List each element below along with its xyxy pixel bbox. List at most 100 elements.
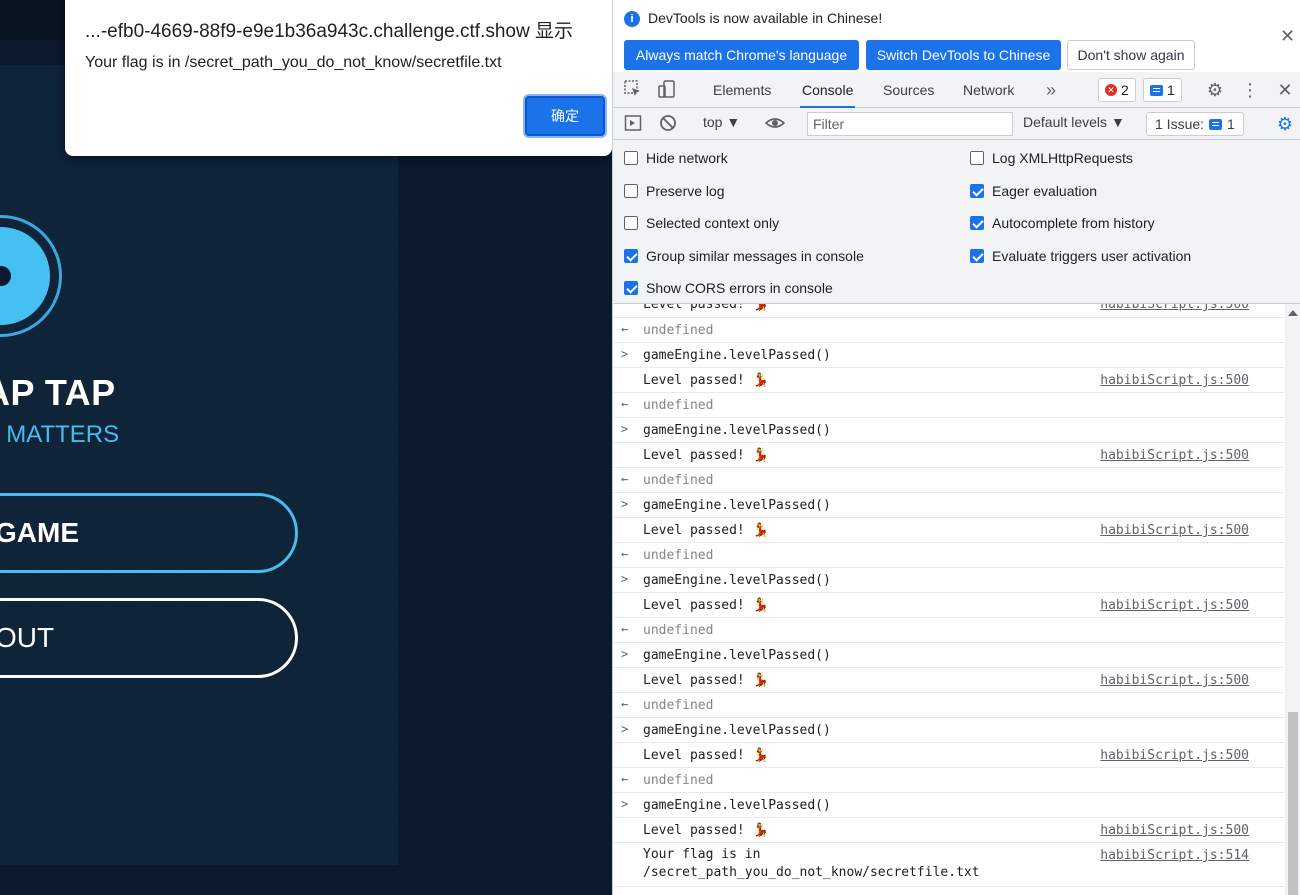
tab-network[interactable]: Network — [961, 72, 1016, 108]
about-button[interactable]: OUT — [0, 598, 298, 678]
console-result-row: ← undefined — [613, 318, 1285, 343]
close-devtools-icon[interactable]: ✕ — [1275, 80, 1295, 100]
console-command-row: > gameEngine.levelPassed() — [613, 568, 1285, 593]
error-count-badge[interactable]: ✕ 2 — [1098, 78, 1136, 102]
about-label: OUT — [0, 622, 55, 653]
cors-errors-option[interactable]: Show CORS errors in console — [624, 280, 833, 296]
console-log-row: Level passed! 💃 habibiScript.js:500 — [613, 668, 1285, 693]
switch-language-button[interactable]: Switch DevTools to Chinese — [866, 40, 1061, 70]
tab-sources[interactable]: Sources — [881, 72, 936, 108]
eager-evaluation-checkbox[interactable] — [970, 184, 984, 198]
result-arrow-icon: ← — [621, 397, 629, 411]
hide-network-checkbox[interactable] — [624, 151, 638, 165]
console-toolbar: top ▼ Default levels ▼ 1 Issue: 1 ⚙ — [613, 108, 1300, 140]
console-result-row: ← undefined — [613, 618, 1285, 643]
chevron-right-icon: > — [621, 722, 629, 736]
scrollbar-thumb[interactable] — [1288, 712, 1298, 895]
console-command-row: > gameEngine.levelPassed() — [613, 793, 1285, 818]
console-log-row: Level passed! 💃 habibiScript.js:500 — [613, 818, 1285, 843]
user-activation-checkbox[interactable] — [970, 249, 984, 263]
command-text: gameEngine.levelPassed() — [643, 573, 831, 588]
console-log-row: Level passed! 💃 habibiScript.js:500 — [613, 518, 1285, 543]
preserve-log-option[interactable]: Preserve log — [624, 183, 725, 199]
log-levels-select[interactable]: Default levels ▼ — [1023, 114, 1125, 130]
autocomplete-history-option[interactable]: Autocomplete from history — [970, 215, 1155, 231]
infobar-message: DevTools is now available in Chinese! — [648, 10, 883, 26]
devtools-panel: i DevTools is now available in Chinese! … — [612, 0, 1300, 895]
log-text: Level passed! 💃 — [643, 304, 769, 312]
selected-context-option[interactable]: Selected context only — [624, 215, 779, 231]
selected-context-checkbox[interactable] — [624, 216, 638, 230]
message-count: 1 — [1167, 82, 1175, 98]
user-activation-option[interactable]: Evaluate triggers user activation — [970, 248, 1191, 264]
log-xhr-option[interactable]: Log XMLHttpRequests — [970, 150, 1133, 166]
log-xhr-checkbox[interactable] — [970, 151, 984, 165]
sidebar-toggle-icon[interactable] — [623, 114, 643, 134]
console-command-row: > gameEngine.levelPassed() — [613, 493, 1285, 518]
alert-ok-button[interactable]: 确定 — [525, 96, 605, 136]
source-link[interactable]: habibiScript.js:500 — [1100, 448, 1249, 463]
chevron-down-icon: ▼ — [726, 114, 741, 130]
option-label: Preserve log — [646, 183, 725, 199]
tab-elements[interactable]: Elements — [711, 72, 773, 108]
source-link[interactable]: habibiScript.js:514 — [1100, 848, 1249, 863]
console-settings-gear-icon[interactable]: ⚙ — [1275, 114, 1295, 134]
source-link[interactable]: habibiScript.js:500 — [1100, 304, 1249, 312]
start-game-button[interactable]: GAME — [0, 493, 298, 573]
console-flag-row: Your flag is in /secret_path_you_do_not_… — [613, 843, 1285, 887]
command-text: gameEngine.levelPassed() — [643, 723, 831, 738]
log-text: Level passed! 💃 — [643, 673, 769, 688]
source-link[interactable]: habibiScript.js:500 — [1100, 373, 1249, 388]
chevron-right-icon: > — [621, 647, 629, 661]
device-toolbar-icon[interactable] — [657, 80, 677, 100]
dont-show-again-button[interactable]: Don't show again — [1067, 40, 1195, 70]
command-text: gameEngine.levelPassed() — [643, 798, 831, 813]
tab-console[interactable]: Console — [800, 72, 856, 108]
message-count-badge[interactable]: 1 — [1143, 78, 1182, 102]
chevron-right-icon: > — [621, 422, 629, 436]
console-command-row: > gameEngine.levelPassed() — [613, 418, 1285, 443]
console-result-row: ← undefined — [613, 543, 1285, 568]
result-arrow-icon: ← — [621, 472, 629, 486]
console-log-row: Level passed! 💃 habibiScript.js:500 — [613, 368, 1285, 393]
context-select[interactable]: top ▼ — [703, 114, 740, 130]
source-link[interactable]: habibiScript.js:500 — [1100, 823, 1249, 838]
scroll-up-arrow-icon[interactable] — [1288, 310, 1298, 316]
cors-errors-checkbox[interactable] — [624, 281, 638, 295]
result-arrow-icon: ← — [621, 772, 629, 786]
issues-button[interactable]: 1 Issue: 1 — [1146, 112, 1244, 136]
language-infobar: i DevTools is now available in Chinese! … — [613, 0, 1300, 72]
source-link[interactable]: habibiScript.js:500 — [1100, 523, 1249, 538]
option-label: Autocomplete from history — [992, 215, 1155, 231]
clear-console-icon[interactable] — [658, 114, 678, 134]
option-label: Evaluate triggers user activation — [992, 248, 1192, 264]
hide-network-option[interactable]: Hide network — [624, 150, 728, 166]
more-options-icon[interactable]: ⋮ — [1240, 80, 1260, 100]
option-label: Show CORS errors in console — [646, 280, 833, 296]
source-link[interactable]: habibiScript.js:500 — [1100, 598, 1249, 613]
close-icon[interactable]: ✕ — [1280, 26, 1295, 47]
group-similar-checkbox[interactable] — [624, 249, 638, 263]
inspect-element-icon[interactable] — [623, 80, 643, 100]
option-label: Selected context only — [646, 215, 780, 231]
result-value: undefined — [643, 323, 714, 338]
chevron-right-icon: > — [621, 797, 629, 811]
console-scrollbar[interactable] — [1285, 304, 1300, 895]
result-arrow-icon: ← — [621, 547, 629, 561]
game-subtitle: P MATTERS — [0, 421, 120, 448]
autocomplete-history-checkbox[interactable] — [970, 216, 984, 230]
console-result-row: ← undefined — [613, 693, 1285, 718]
error-count: 2 — [1121, 82, 1129, 98]
eager-evaluation-option[interactable]: Eager evaluation — [970, 183, 1097, 199]
source-link[interactable]: habibiScript.js:500 — [1100, 673, 1249, 688]
match-language-button[interactable]: Always match Chrome's language — [624, 40, 859, 70]
source-link[interactable]: habibiScript.js:500 — [1100, 748, 1249, 763]
preserve-log-checkbox[interactable] — [624, 184, 638, 198]
live-expression-eye-icon[interactable] — [764, 114, 786, 134]
more-tabs-icon[interactable]: » — [1041, 80, 1061, 100]
console-result-row: ← undefined — [613, 393, 1285, 418]
gear-icon[interactable]: ⚙ — [1205, 80, 1225, 100]
chevron-right-icon: > — [621, 497, 629, 511]
group-similar-option[interactable]: Group similar messages in console — [624, 248, 864, 264]
filter-input[interactable] — [807, 112, 1013, 136]
